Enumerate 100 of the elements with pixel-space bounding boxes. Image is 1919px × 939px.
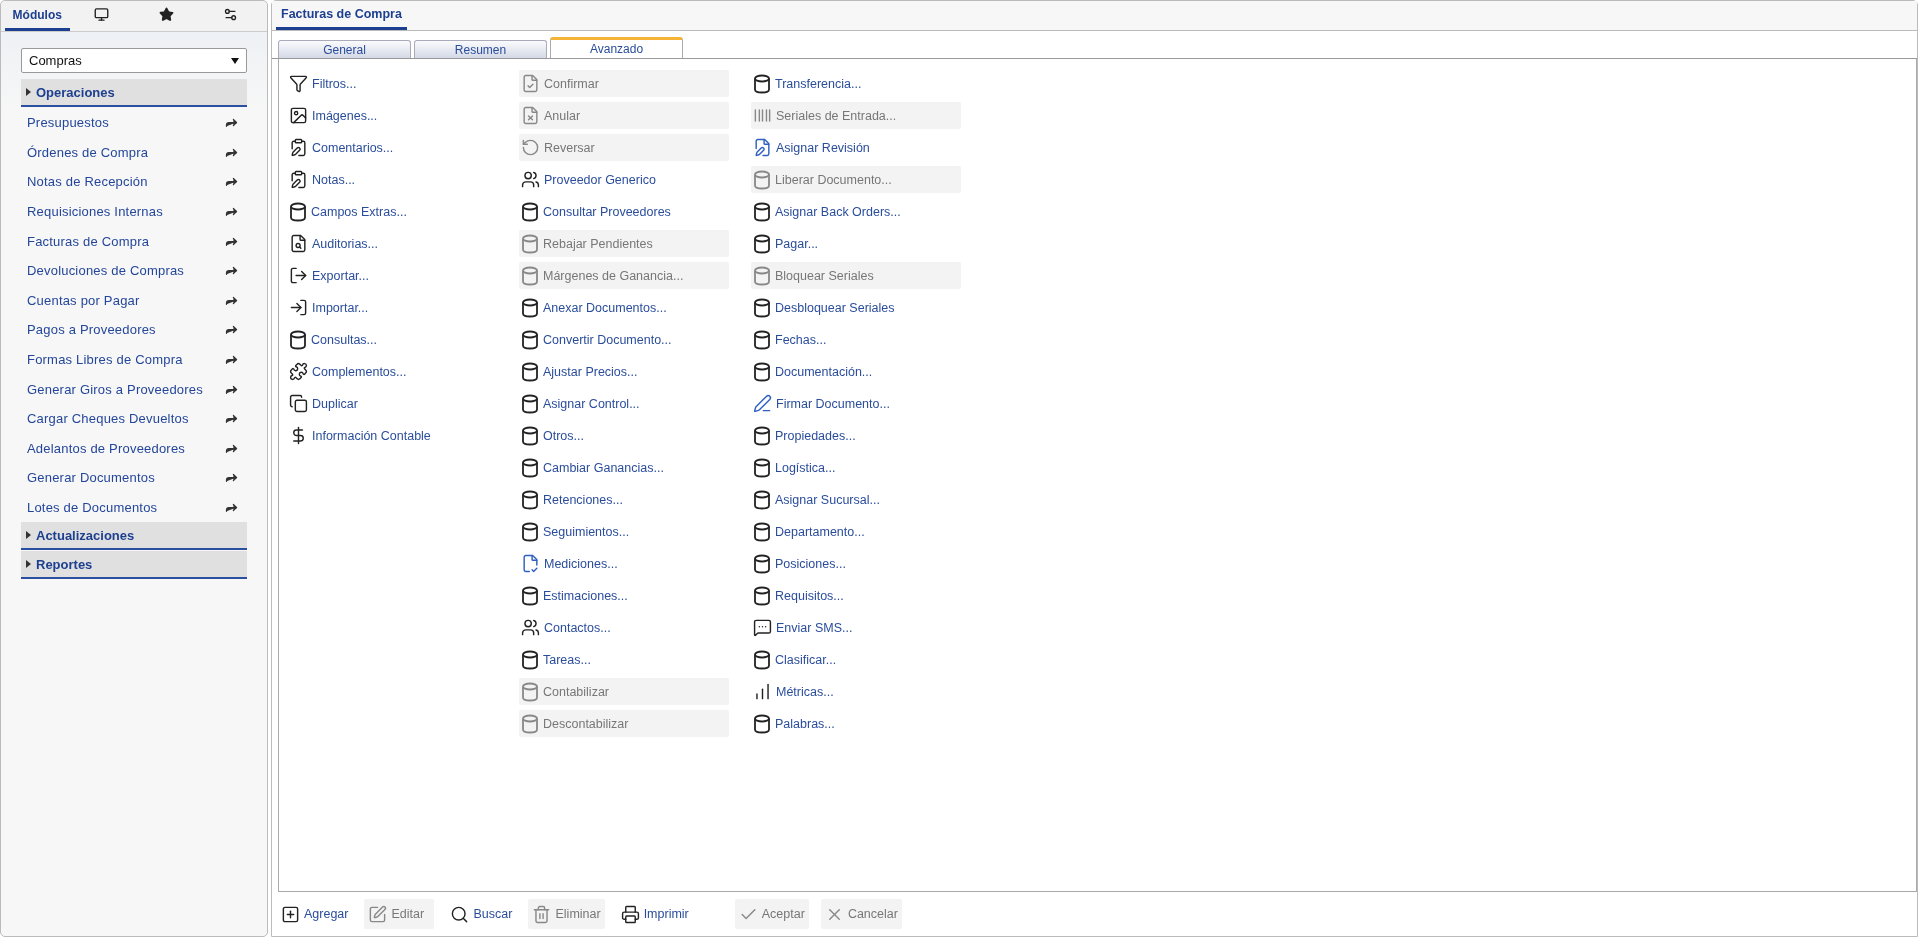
action-link[interactable]: Complementos...	[287, 358, 497, 385]
database-icon	[753, 329, 771, 350]
action-link[interactable]: Filtros...	[287, 70, 497, 97]
action-link[interactable]: Información Contable	[287, 422, 497, 449]
people-icon	[521, 170, 540, 189]
nav-item[interactable]: Órdenes de Compra	[21, 137, 247, 168]
database-icon	[521, 681, 539, 702]
action-link[interactable]: Asignar Control...	[519, 390, 729, 417]
action-link[interactable]: Firmar Documento...	[751, 390, 961, 417]
tab[interactable]: Avanzado	[550, 37, 683, 58]
document-check-icon	[521, 74, 540, 93]
action-link[interactable]: Comentarios...	[287, 134, 497, 161]
action-link[interactable]: Tareas...	[519, 646, 729, 673]
database-icon	[521, 233, 539, 254]
database-icon	[289, 329, 307, 350]
action-link[interactable]: Otros...	[519, 422, 729, 449]
action-link[interactable]: Documentación...	[751, 358, 961, 385]
database-icon	[753, 489, 771, 510]
action-link[interactable]: Palabras...	[751, 710, 961, 737]
action-link[interactable]: Consultas...	[287, 326, 497, 353]
action-link[interactable]: Duplicar	[287, 390, 497, 417]
action-link[interactable]: Posiciones...	[751, 550, 961, 577]
action-link[interactable]: Estimaciones...	[519, 582, 729, 609]
action-link[interactable]: Notas...	[287, 166, 497, 193]
action-link[interactable]: Requisitos...	[751, 582, 961, 609]
action-link[interactable]: Logística...	[751, 454, 961, 481]
action-link[interactable]: Propiedades...	[751, 422, 961, 449]
action-link[interactable]: Imágenes...	[287, 102, 497, 129]
database-icon	[753, 585, 771, 606]
database-icon	[753, 713, 771, 734]
import-icon	[289, 298, 308, 317]
document-cancel-icon	[521, 106, 540, 125]
nav-item[interactable]: Lotes de Documentos	[21, 492, 247, 523]
action-link[interactable]: Consultar Proveedores	[519, 198, 729, 225]
action-link[interactable]: Departamento...	[751, 518, 961, 545]
action-link[interactable]: Ajustar Precios...	[519, 358, 729, 385]
puzzle-icon	[289, 362, 308, 381]
nav-item[interactable]: Adelantos de Proveedores	[21, 433, 247, 464]
database-icon	[753, 425, 771, 446]
action-link[interactable]: Transferencia...	[751, 70, 961, 97]
action-link[interactable]: Convertir Documento...	[519, 326, 729, 353]
database-icon	[521, 329, 539, 350]
nav-item[interactable]: Requisiciones Internas	[21, 196, 247, 227]
action-link[interactable]: Asignar Sucursal...	[751, 486, 961, 513]
action-link[interactable]: Clasificar...	[751, 646, 961, 673]
action-link[interactable]: Pagar...	[751, 230, 961, 257]
tab[interactable]: General	[278, 40, 411, 58]
star-icon	[158, 7, 174, 22]
nav-item[interactable]: Cuentas por Pagar	[21, 285, 247, 316]
action-link[interactable]: Fechas...	[751, 326, 961, 353]
action-link[interactable]: Anexar Documentos...	[519, 294, 729, 321]
action-link[interactable]: Cambiar Ganancias...	[519, 454, 729, 481]
action-link[interactable]: Asignar Revisión	[751, 134, 961, 161]
toolbar-button[interactable]: Buscar	[446, 899, 517, 929]
action-link[interactable]: Seguimientos...	[519, 518, 729, 545]
database-icon	[753, 649, 771, 670]
database-icon	[521, 649, 539, 670]
nav-item[interactable]: Generar Giros a Proveedores	[21, 374, 247, 404]
bar-chart-icon	[753, 682, 772, 701]
image-icon	[289, 106, 308, 125]
action-link[interactable]: Retenciones...	[519, 486, 729, 513]
database-icon	[753, 73, 771, 94]
caret-icon	[26, 531, 31, 540]
action-link[interactable]: Proveedor Generico	[519, 166, 729, 193]
action-link[interactable]: Asignar Back Orders...	[751, 198, 961, 225]
toolbar-button[interactable]: Imprimir	[616, 899, 693, 929]
pen-icon	[753, 394, 772, 413]
nav-item[interactable]: Notas de Recepción	[21, 167, 247, 197]
action-link[interactable]: Importar...	[287, 294, 497, 321]
nav-item[interactable]: Generar Documentos	[21, 463, 247, 493]
nav-item[interactable]: Formas Libres de Compra	[21, 344, 247, 375]
window-tab[interactable]: Facturas de Compra	[276, 1, 407, 30]
barcode-icon	[753, 106, 772, 125]
caret-icon	[26, 560, 31, 569]
section-header[interactable]: Actualizaciones	[21, 522, 247, 551]
action-link[interactable]: Enviar SMS...	[751, 614, 961, 641]
database-icon	[753, 553, 771, 574]
action-link[interactable]: Auditorias...	[287, 230, 497, 257]
nav-item[interactable]: Presupuestos	[21, 108, 247, 138]
module-select[interactable]: Compras	[21, 48, 247, 73]
action-link[interactable]: Métricas...	[751, 678, 961, 705]
clipboard-icon	[289, 170, 308, 189]
section-header[interactable]: Reportes	[21, 551, 247, 580]
action-link[interactable]: Mediciones...	[519, 550, 729, 577]
action-link[interactable]: Exportar...	[287, 262, 497, 289]
edit-icon	[368, 904, 388, 924]
database-icon	[521, 489, 539, 510]
nav-item[interactable]: Pagos a Proveedores	[21, 315, 247, 345]
nav-item[interactable]: Devoluciones de Compras	[21, 255, 247, 286]
database-icon	[753, 361, 771, 382]
nav-item[interactable]: Cargar Cheques Devueltos	[21, 403, 247, 434]
section-header[interactable]: Operaciones	[21, 79, 247, 107]
nav-item[interactable]: Facturas de Compra	[21, 226, 247, 256]
action-link[interactable]: Campos Extras...	[287, 198, 497, 225]
database-icon	[521, 585, 539, 606]
action-link[interactable]: Contactos...	[519, 614, 729, 641]
action-link[interactable]: Desbloquear Seriales	[751, 294, 961, 321]
tab[interactable]: Resumen	[414, 40, 547, 58]
toolbar-button[interactable]: Agregar	[277, 899, 353, 929]
database-icon	[289, 201, 307, 222]
